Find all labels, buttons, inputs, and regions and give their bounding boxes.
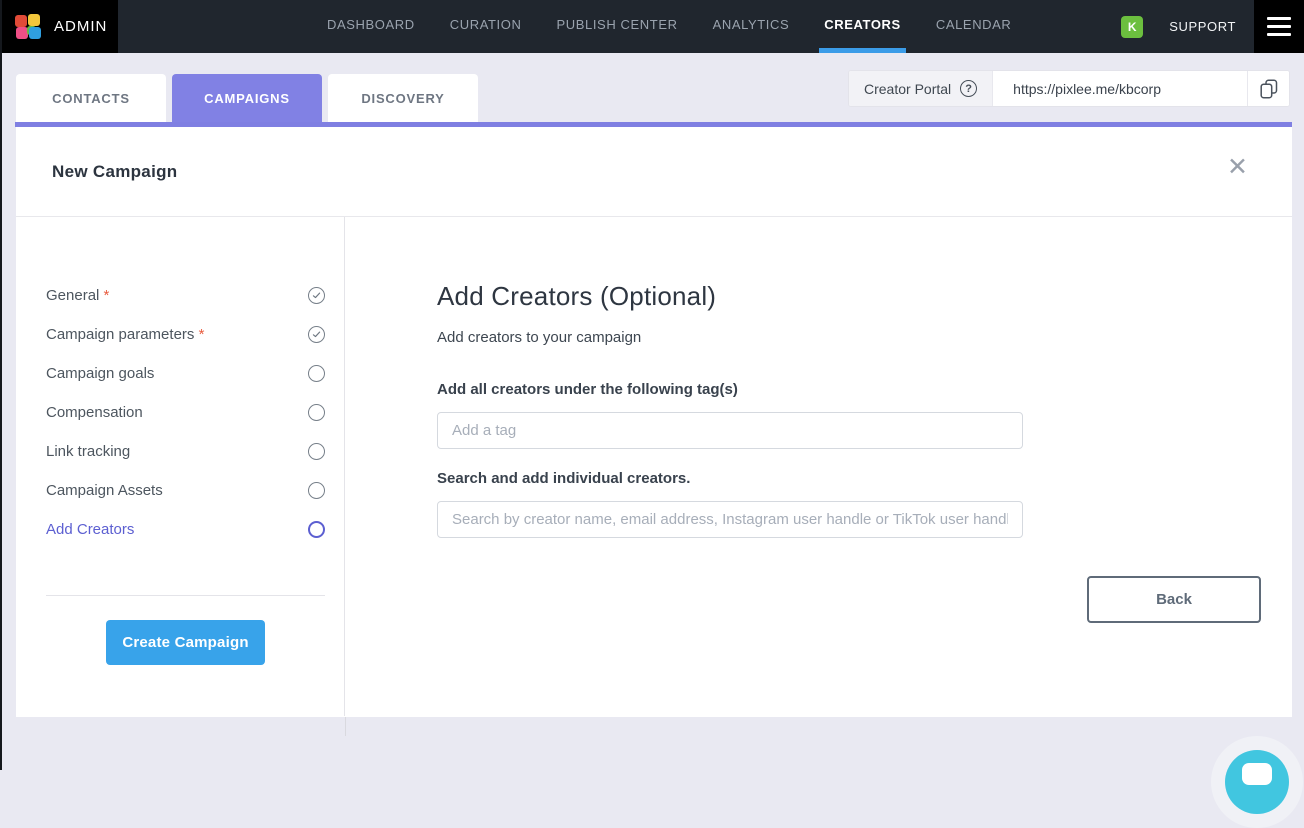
copy-url-button[interactable] bbox=[1247, 71, 1289, 106]
section-tabs: CONTACTSCAMPAIGNSDISCOVERY bbox=[16, 74, 478, 122]
step-link-tracking[interactable]: Link tracking bbox=[46, 432, 325, 471]
back-button[interactable]: Back bbox=[1087, 576, 1261, 623]
step-compensation[interactable]: Compensation bbox=[46, 393, 325, 432]
step-label: Campaign goals bbox=[46, 365, 154, 382]
user-avatar[interactable]: K bbox=[1121, 16, 1143, 38]
modal-body: General * Campaign parameters * Campaign g… bbox=[16, 217, 1292, 716]
nav-item-creators[interactable]: CREATORS bbox=[819, 0, 906, 53]
copy-icon bbox=[1260, 79, 1278, 99]
creator-portal-bar: Creator Portal ? https://pixlee.me/kbcor… bbox=[848, 70, 1290, 107]
step-complete-check-icon bbox=[308, 326, 325, 343]
step-circle-icon bbox=[308, 443, 325, 460]
pixlee-logo-icon bbox=[15, 14, 41, 40]
top-navbar: ADMIN DASHBOARD CURATION PUBLISH CENTER ANA… bbox=[0, 0, 1304, 53]
steps-divider bbox=[46, 595, 325, 596]
modal-title: New Campaign bbox=[52, 162, 177, 182]
support-link[interactable]: SUPPORT bbox=[1169, 19, 1236, 34]
modal-header: New Campaign ✕ bbox=[16, 127, 1292, 217]
nav-item-publish-center[interactable]: PUBLISH CENTER bbox=[551, 0, 682, 53]
page-subtitle: Add creators to your campaign bbox=[437, 329, 1262, 346]
close-icon[interactable]: ✕ bbox=[1227, 155, 1248, 180]
step-label: Campaign Assets bbox=[46, 482, 163, 499]
step-label: Campaign parameters * bbox=[46, 326, 204, 343]
search-field-label: Search and add individual creators. bbox=[437, 470, 1262, 487]
hamburger-menu-icon[interactable] bbox=[1254, 0, 1304, 53]
creator-portal-label: Creator Portal bbox=[864, 81, 951, 97]
nav-item-analytics[interactable]: ANALYTICS bbox=[708, 0, 795, 53]
creator-search-input[interactable] bbox=[437, 501, 1023, 538]
chat-widget-button[interactable] bbox=[1225, 750, 1289, 814]
new-campaign-modal: New Campaign ✕ General * Campaign paramet… bbox=[16, 127, 1292, 717]
step-circle-icon bbox=[308, 365, 325, 382]
tab-campaigns[interactable]: CAMPAIGNS bbox=[172, 74, 322, 122]
step-campaign-goals[interactable]: Campaign goals bbox=[46, 354, 325, 393]
step-general[interactable]: General * bbox=[46, 276, 325, 315]
brand-label: ADMIN bbox=[54, 18, 107, 35]
tab-contacts[interactable]: CONTACTS bbox=[16, 74, 166, 122]
navbar-right: K SUPPORT bbox=[1121, 0, 1304, 53]
step-label: Compensation bbox=[46, 404, 143, 421]
main-nav: DASHBOARD CURATION PUBLISH CENTER ANALYTICS… bbox=[322, 0, 1016, 53]
step-campaign-parameters[interactable]: Campaign parameters * bbox=[46, 315, 325, 354]
window-left-edge bbox=[0, 0, 2, 770]
step-label: General * bbox=[46, 287, 109, 304]
nav-item-calendar[interactable]: CALENDAR bbox=[931, 0, 1017, 53]
required-asterisk: * bbox=[194, 326, 204, 343]
step-circle-icon bbox=[308, 521, 325, 538]
required-asterisk: * bbox=[99, 287, 109, 304]
panel-divider-extension bbox=[345, 717, 346, 736]
creator-portal-url[interactable]: https://pixlee.me/kbcorp bbox=[992, 71, 1247, 106]
campaign-steps: General * Campaign parameters * Campaign g… bbox=[46, 276, 325, 549]
step-circle-icon bbox=[308, 404, 325, 421]
step-circle-icon bbox=[308, 482, 325, 499]
tag-field-label: Add all creators under the following tag… bbox=[437, 381, 1262, 398]
step-label: Add Creators bbox=[46, 521, 134, 538]
brand-block[interactable]: ADMIN bbox=[0, 0, 118, 53]
tag-input[interactable] bbox=[437, 412, 1023, 449]
step-campaign-assets[interactable]: Campaign Assets bbox=[46, 471, 325, 510]
nav-item-dashboard[interactable]: DASHBOARD bbox=[322, 0, 420, 53]
step-label: Link tracking bbox=[46, 443, 130, 460]
help-icon[interactable]: ? bbox=[960, 80, 977, 97]
creator-portal-label-block: Creator Portal ? bbox=[849, 71, 992, 106]
campaign-steps-panel: General * Campaign parameters * Campaign g… bbox=[16, 217, 345, 716]
step-add-creators[interactable]: Add Creators bbox=[46, 510, 325, 549]
chat-icon bbox=[1242, 763, 1272, 785]
add-creators-panel: Add Creators (Optional) Add creators to … bbox=[345, 217, 1292, 716]
page-title: Add Creators (Optional) bbox=[437, 281, 1262, 312]
tab-discovery[interactable]: DISCOVERY bbox=[328, 74, 478, 122]
create-campaign-button[interactable]: Create Campaign bbox=[106, 620, 265, 665]
step-complete-check-icon bbox=[308, 287, 325, 304]
nav-item-curation[interactable]: CURATION bbox=[445, 0, 527, 53]
